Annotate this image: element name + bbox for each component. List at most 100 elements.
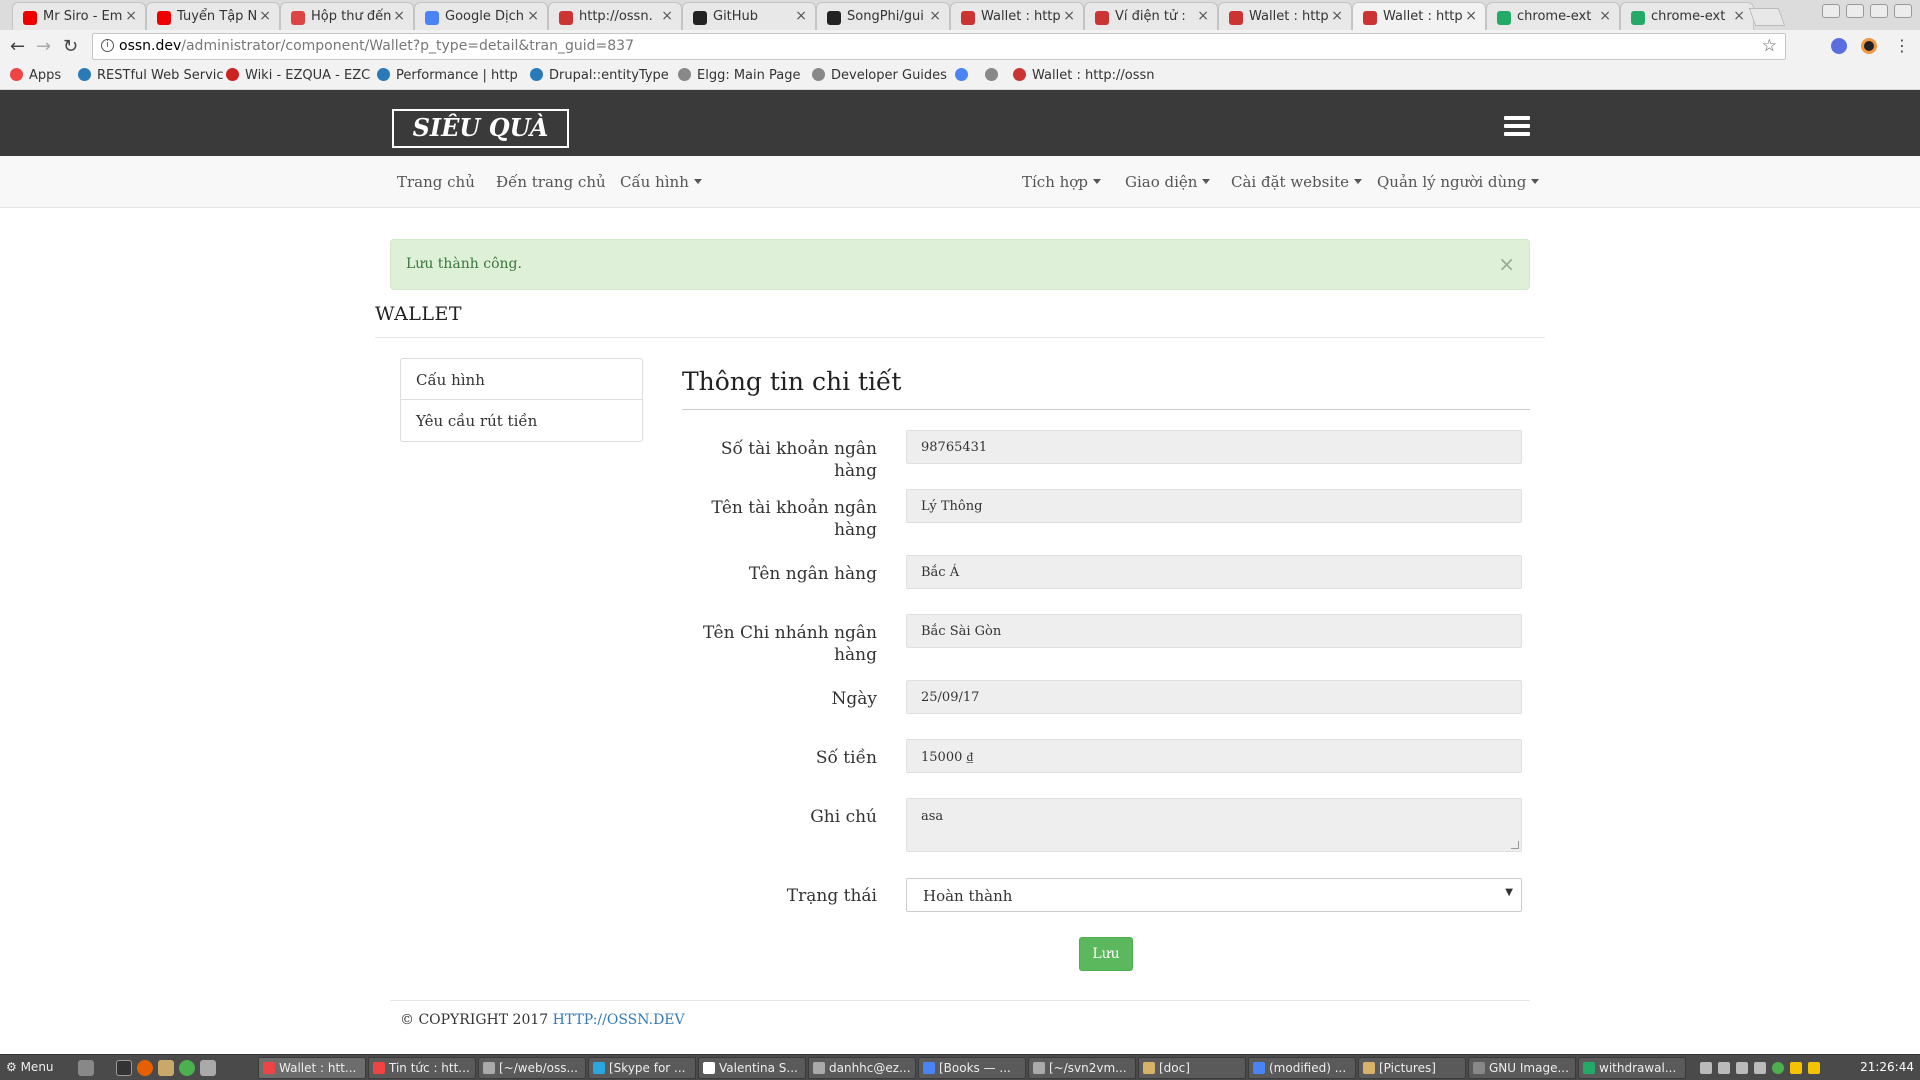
extension-icon[interactable] (1861, 38, 1877, 54)
branch-name-field[interactable]: Bắc Sài Gòn (906, 614, 1522, 648)
tray-icon[interactable] (1700, 1062, 1712, 1074)
taskbar-window-button[interactable]: Wallet : htt... (258, 1057, 366, 1079)
volume-icon[interactable] (1754, 1062, 1766, 1074)
nav-home[interactable]: Trang chủ (397, 173, 475, 191)
browser-tab[interactable]: Wallet : http × (950, 2, 1084, 30)
side-menu-item-config[interactable]: Cấu hình (401, 359, 642, 400)
close-tab-icon[interactable]: × (1465, 8, 1477, 24)
taskbar-window-button[interactable]: [Pictures] (1358, 1057, 1466, 1079)
bank-name-field[interactable]: Bắc Á (906, 555, 1522, 589)
close-tab-icon[interactable]: × (661, 8, 673, 24)
browser-tab[interactable]: chrome-ext × (1486, 2, 1620, 30)
bookmark-item[interactable] (955, 68, 974, 83)
status-select[interactable]: Hoàn thành ▼ (906, 878, 1522, 912)
date-field[interactable]: 25/09/17 (906, 680, 1522, 714)
close-tab-icon[interactable]: × (1733, 8, 1745, 24)
close-tab-icon[interactable]: × (393, 8, 405, 24)
close-tab-icon[interactable]: × (795, 8, 807, 24)
close-alert-icon[interactable]: × (1498, 252, 1515, 276)
update-tray-icon[interactable] (1772, 1062, 1784, 1074)
taskbar-window-button[interactable]: [~/web/oss... (478, 1057, 586, 1079)
close-tab-icon[interactable]: × (1599, 8, 1611, 24)
minimize-button[interactable] (1846, 4, 1864, 18)
hamburger-menu-icon[interactable] (1504, 116, 1530, 140)
files-icon[interactable] (158, 1060, 174, 1076)
bookmark-item[interactable]: Elgg: Main Page (678, 68, 800, 83)
reload-icon[interactable]: ↻ (63, 36, 78, 57)
nav-theme-dropdown[interactable]: Giao diện (1125, 173, 1211, 191)
forward-icon[interactable]: → (36, 36, 51, 57)
note-textarea[interactable]: asa (906, 798, 1522, 852)
browser-tab[interactable]: Wallet : http × (1218, 2, 1352, 30)
side-menu-item-withdraw-requests[interactable]: Yêu cầu rút tiền (401, 400, 642, 441)
browser-tab[interactable]: Wallet : http × (1352, 2, 1486, 30)
taskbar-window-button[interactable]: Valentina S... (698, 1057, 806, 1079)
browser-tab[interactable]: Hộp thư đến × (280, 2, 414, 30)
editor-icon[interactable] (200, 1060, 216, 1076)
user-tray-icon[interactable] (1718, 1062, 1730, 1074)
browser-tab[interactable]: Ví điện tử : × (1084, 2, 1218, 30)
network-icon[interactable] (1808, 1062, 1820, 1074)
bookmark-item[interactable]: Performance | http (377, 68, 518, 83)
taskbar-window-button[interactable]: [Books — ... (918, 1057, 1026, 1079)
taskbar-window-button[interactable]: GNU Image... (1468, 1057, 1576, 1079)
close-tab-icon[interactable]: × (1063, 8, 1075, 24)
close-tab-icon[interactable]: × (1331, 8, 1343, 24)
close-tab-icon[interactable]: × (125, 8, 137, 24)
star-tray-icon[interactable] (1790, 1062, 1802, 1074)
chrome-menu-icon[interactable]: ⋮ (1894, 36, 1910, 55)
browser-tab[interactable]: chrome-ext × (1620, 2, 1754, 30)
browser-tab[interactable]: http://ossn. × (548, 2, 682, 30)
taskbar-window-button[interactable]: [Skype for ... (588, 1057, 696, 1079)
maximize-button[interactable] (1870, 4, 1888, 18)
browser-tab[interactable]: Mr Siro - Em × (12, 2, 146, 30)
nav-go-to-home[interactable]: Đến trang chủ (496, 173, 606, 191)
bookmark-item[interactable]: Wallet : http://ossn (1013, 68, 1155, 83)
nav-user-management-dropdown[interactable]: Quản lý người dùng (1377, 173, 1540, 191)
terminal-icon[interactable] (116, 1060, 132, 1076)
close-tab-icon[interactable]: × (929, 8, 941, 24)
taskbar-window-button[interactable]: (modified) ... (1248, 1057, 1356, 1079)
browser-tab[interactable]: SongPhi/gui × (816, 2, 950, 30)
bookmark-star-icon[interactable]: ☆ (1762, 36, 1777, 56)
taskbar-window-button[interactable]: [doc] (1138, 1057, 1246, 1079)
nav-integration-dropdown[interactable]: Tích hợp (1022, 173, 1101, 191)
footer-link[interactable]: HTTP://OSSN.DEV (553, 1012, 685, 1028)
user-icon[interactable] (1822, 4, 1840, 18)
bookmark-item[interactable]: Drupal::entityType (530, 68, 669, 83)
close-window-button[interactable] (1894, 4, 1912, 18)
new-tab-button[interactable] (1748, 8, 1786, 26)
url-bar[interactable]: i ossn.dev/administrator/component/Walle… (92, 33, 1786, 60)
close-tab-icon[interactable]: × (1197, 8, 1209, 24)
browser-tab[interactable]: Tuyển Tập N × (146, 2, 280, 30)
bookmark-item[interactable]: Apps (10, 68, 61, 83)
amount-field[interactable]: 15000 ₫ (906, 739, 1522, 773)
chrome-icon[interactable] (179, 1060, 195, 1076)
extension-icon[interactable] (1831, 38, 1847, 54)
bookmark-item[interactable]: Developer Guides (812, 68, 947, 83)
taskbar-window-button[interactable]: Tin tức : htt... (368, 1057, 476, 1079)
taskbar-window-button[interactable]: danhhc@ez... (808, 1057, 916, 1079)
back-icon[interactable]: ← (10, 36, 25, 57)
close-tab-icon[interactable]: × (527, 8, 539, 24)
nav-website-settings-dropdown[interactable]: Cài đặt website (1231, 173, 1363, 191)
browser-tab[interactable]: GitHub × (682, 2, 816, 30)
taskbar-window-button[interactable]: [~/svn2vm... (1028, 1057, 1136, 1079)
firefox-icon[interactable] (137, 1060, 153, 1076)
bookmark-item[interactable] (985, 68, 1004, 83)
start-menu-button[interactable]: ⚙ Menu (6, 1060, 54, 1074)
show-desktop-icon[interactable] (78, 1060, 94, 1076)
bookmark-item[interactable]: Wiki - EZQUA - EZC (226, 68, 370, 83)
info-icon[interactable]: i (101, 39, 114, 52)
taskbar-window-button[interactable]: withdrawal... (1578, 1057, 1686, 1079)
bank-account-number-field[interactable]: 98765431 (906, 430, 1522, 464)
bookmark-item[interactable]: RESTful Web Servic (78, 68, 224, 83)
resize-handle-icon[interactable] (1511, 841, 1519, 849)
browser-tab[interactable]: Google Dịch × (414, 2, 548, 30)
bank-account-name-field[interactable]: Lý Thông (906, 489, 1522, 523)
save-button[interactable]: Lưu (1079, 937, 1133, 971)
site-logo[interactable]: SIÊU QUÀ (392, 109, 569, 148)
display-tray-icon[interactable] (1736, 1062, 1748, 1074)
nav-config-dropdown[interactable]: Cấu hình (620, 173, 702, 191)
close-tab-icon[interactable]: × (259, 8, 271, 24)
